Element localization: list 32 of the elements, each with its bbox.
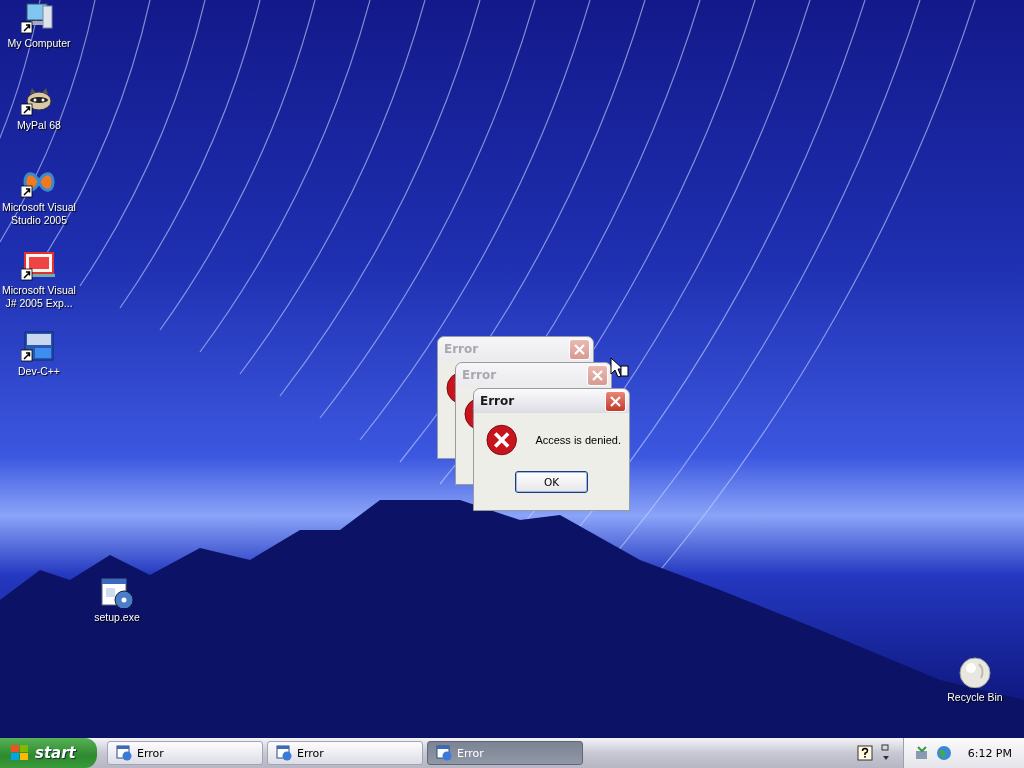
clock[interactable]: 6:12 PM [967,746,1012,760]
ok-button[interactable]: OK [515,471,588,493]
window-icon [116,745,132,761]
dialog-title: Error [462,368,497,382]
globe-icon[interactable] [935,745,952,761]
close-icon [591,368,604,382]
icon-label[interactable]: Microsoft Visual Studio 2005 [0,201,81,227]
icon-label[interactable]: Recycle Bin [933,691,1017,704]
busy-cursor-icon [609,356,629,378]
icon-label[interactable]: My Computer [0,37,81,50]
close-icon [573,342,586,356]
bin-icon[interactable] [957,656,993,688]
start-button[interactable]: start [0,738,97,768]
taskbar-button[interactable]: Error [267,741,423,765]
dialog-title: Error [444,342,479,356]
taskbar-button[interactable]: Error [107,741,263,765]
icon-label[interactable]: Dev-C++ [0,365,81,378]
icon-label[interactable]: Microsoft Visual J# 2005 Exp... [0,284,81,310]
close-icon [609,394,622,408]
close-button[interactable] [605,390,626,412]
dialog-message: Access is denied. [535,434,621,446]
network-icon[interactable] [913,745,930,761]
error-icon [486,423,518,457]
installer-icon[interactable] [99,576,135,608]
window-icon [436,745,452,761]
windows-flag-icon [10,744,30,762]
chevron-icon[interactable] [880,744,891,762]
icon-label[interactable]: MyPal 68 [0,119,81,132]
window-icon [276,745,292,761]
dialog-title: Error [480,394,515,408]
help-icon[interactable] [856,745,873,761]
icon-label[interactable]: setup.exe [75,611,159,624]
